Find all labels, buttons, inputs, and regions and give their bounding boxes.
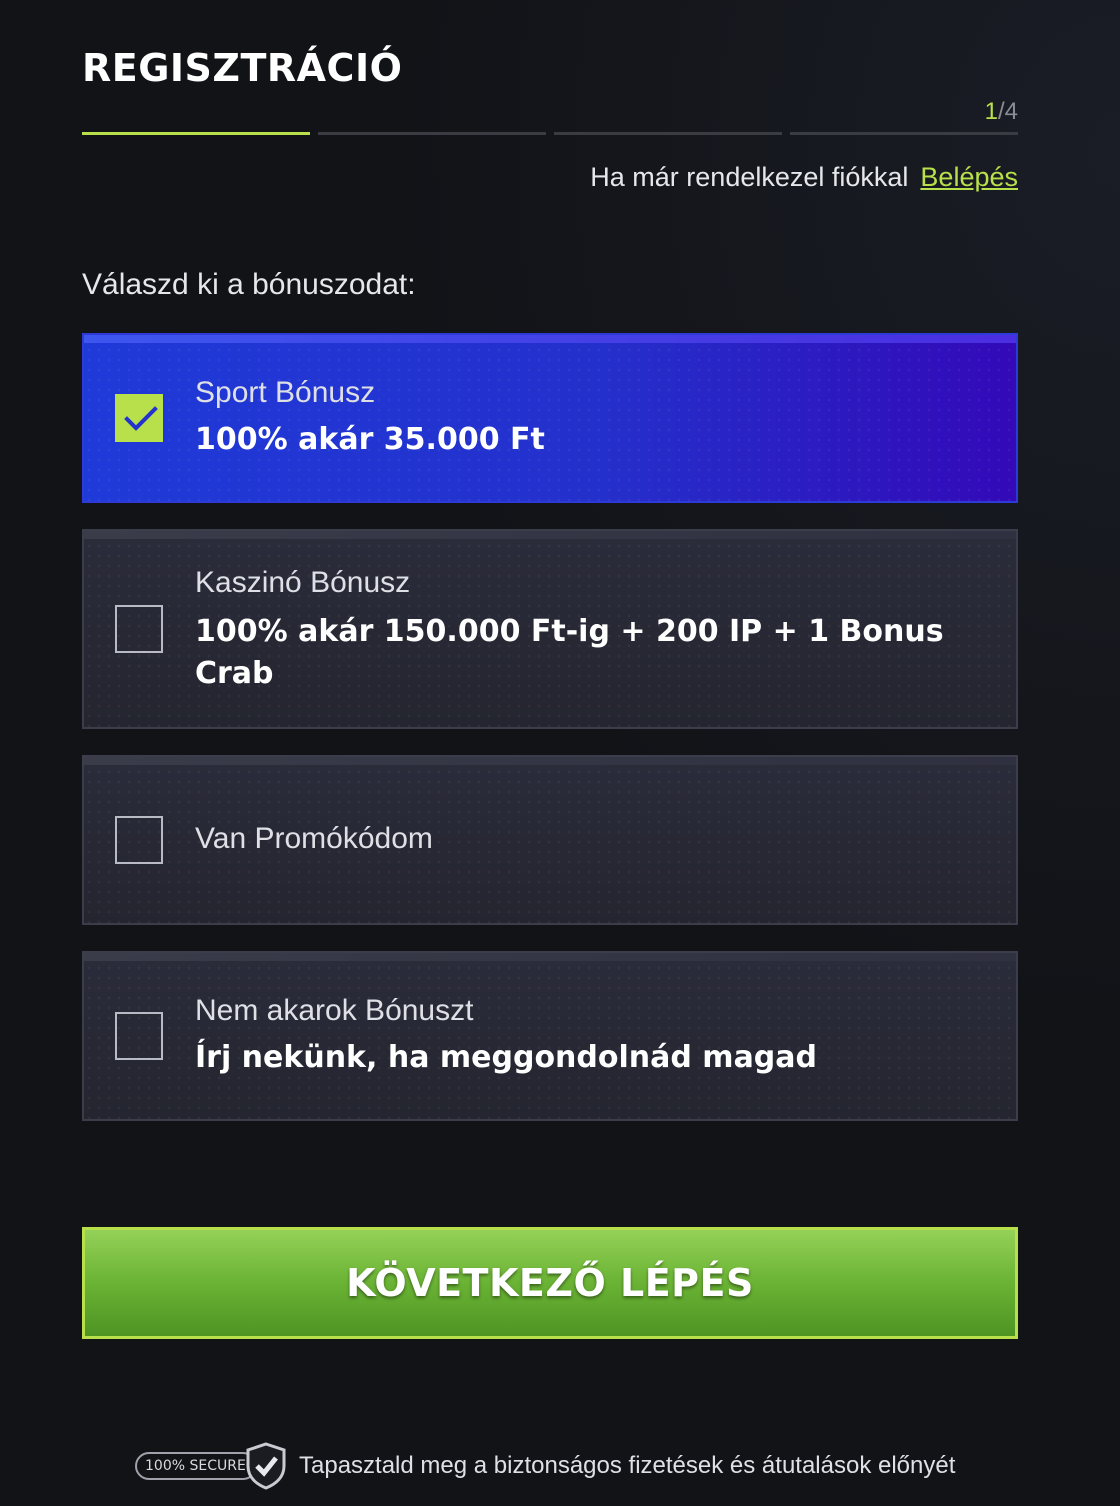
bonus-option-title: Nem akarok Bónuszt [195, 994, 474, 1027]
next-step-button[interactable]: KÖVETKEZŐ LÉPÉS [82, 1227, 1018, 1339]
progress-segment-2 [318, 132, 546, 135]
step-counter: 1/4 [985, 98, 1018, 126]
bonus-option-subtitle: Írj nekünk, ha meggondolnád magad [195, 1040, 818, 1075]
bonus-option-promocode[interactable]: Van Promókódom [82, 755, 1018, 925]
login-link[interactable]: Belépés [920, 162, 1018, 193]
bonus-option-subtitle: 100% akár 150.000 Ft-ig + 200 IP + 1 Bon… [195, 614, 944, 691]
security-text: Tapasztald meg a biztonságos fizetések é… [299, 1452, 956, 1479]
login-row: Ha már rendelkezel fiókkal Belépés [590, 162, 1018, 193]
secure-badge: 100% SECURE [135, 1442, 287, 1490]
bonus-option-casino[interactable]: Kaszinó Bónusz 100% akár 150.000 Ft-ig +… [82, 529, 1018, 729]
bonus-label: Válaszd ki a bónuszodat: [82, 268, 416, 301]
bonus-checkbox-none[interactable] [115, 1012, 163, 1060]
next-step-label: KÖVETKEZŐ LÉPÉS [346, 1261, 754, 1305]
bonus-option-none[interactable]: Nem akarok Bónuszt Írj nekünk, ha meggon… [82, 951, 1018, 1121]
bonus-checkbox-casino[interactable] [115, 605, 163, 653]
progress-segment-3 [554, 132, 782, 135]
bonus-option-text: Nem akarok Bónuszt Írj nekünk, ha meggon… [195, 993, 976, 1079]
step-total: /4 [997, 98, 1018, 125]
secure-badge-label: 100% SECURE [135, 1452, 257, 1480]
bonus-checkbox-promocode[interactable] [115, 816, 163, 864]
bonus-option-text: Van Promókódom [195, 821, 976, 857]
bonus-option-text: Sport Bónusz 100% akár 35.000 Ft [195, 375, 976, 461]
bonus-option-subtitle: 100% akár 35.000 Ft [195, 422, 545, 457]
shield-check-icon [246, 1442, 286, 1490]
step-current: 1 [984, 98, 998, 125]
progress-bar [82, 132, 1018, 135]
bonus-checkbox-sport[interactable] [115, 394, 163, 442]
bonus-option-text: Kaszinó Bónusz 100% akár 150.000 Ft-ig +… [195, 565, 976, 695]
bonus-option-title: Van Promókódom [195, 822, 433, 855]
bonus-option-title: Sport Bónusz [195, 376, 376, 409]
checkmark-icon [124, 406, 158, 431]
progress-segment-4 [790, 132, 1018, 135]
page-title: REGISZTRÁCIÓ [82, 46, 403, 90]
security-footer: 100% SECURE Tapasztald meg a biztonságos… [135, 1442, 955, 1490]
progress-segment-1 [82, 132, 310, 135]
login-prompt: Ha már rendelkezel fiókkal [590, 162, 909, 192]
bonus-option-title: Kaszinó Bónusz [195, 566, 411, 599]
registration-page: REGISZTRÁCIÓ 1/4 Ha már rendelkezel fiók… [0, 0, 1120, 1506]
bonus-option-sport[interactable]: Sport Bónusz 100% akár 35.000 Ft [82, 333, 1018, 503]
